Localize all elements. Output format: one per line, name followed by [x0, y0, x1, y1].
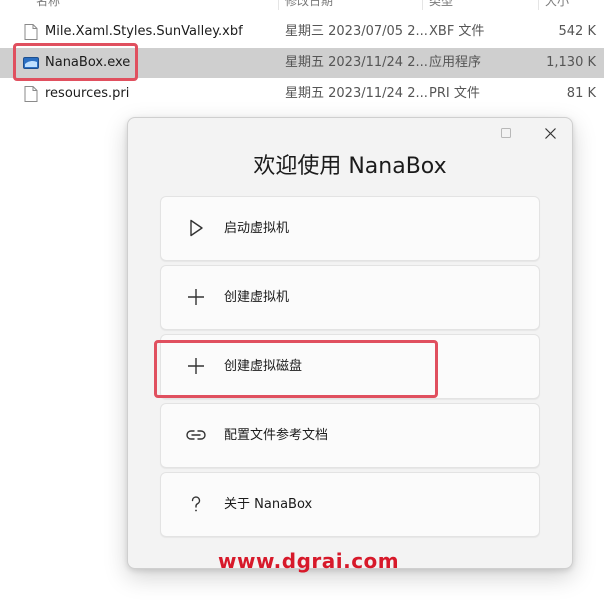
- file-row[interactable]: resources.pri 星期五 2023/11/24 2... PRI 文件…: [0, 79, 604, 109]
- menu-config-docs[interactable]: 配置文件参考文档: [160, 403, 540, 468]
- plus-icon: [188, 289, 204, 305]
- menu-label: 创建虚拟机: [224, 290, 290, 305]
- maximize-icon: [501, 128, 511, 138]
- menu-about[interactable]: 关于 NanaBox: [160, 472, 540, 537]
- file-date: 星期五 2023/11/24 2...: [285, 86, 428, 101]
- file-icon: [24, 86, 38, 102]
- file-date: 星期五 2023/11/24 2...: [285, 55, 428, 70]
- column-divider[interactable]: [278, 0, 279, 10]
- file-name: resources.pri: [45, 86, 130, 101]
- file-type: XBF 文件: [429, 24, 485, 39]
- help-icon: [191, 496, 201, 512]
- column-type[interactable]: 类型: [429, 0, 453, 9]
- annotation-highlight-create-disk: [154, 340, 438, 398]
- file-type: PRI 文件: [429, 86, 480, 101]
- menu-start-vm[interactable]: 启动虚拟机: [160, 196, 540, 261]
- menu-label: 关于 NanaBox: [224, 497, 313, 512]
- menu-create-vm[interactable]: 创建虚拟机: [160, 265, 540, 330]
- watermark-text: www.dgrai.com: [218, 549, 400, 573]
- dialog-title: 欢迎使用 NanaBox: [253, 154, 447, 179]
- file-size: 1,130 K: [546, 55, 596, 70]
- file-size: 81 K: [566, 86, 596, 101]
- maximize-button[interactable]: [484, 122, 528, 144]
- minimize-button[interactable]: [440, 122, 484, 144]
- file-icon: [24, 24, 38, 40]
- link-icon: [186, 430, 206, 440]
- file-date: 星期三 2023/07/05 2...: [285, 24, 428, 39]
- column-date[interactable]: 修改日期: [285, 0, 333, 9]
- column-divider[interactable]: [538, 0, 539, 10]
- column-divider[interactable]: [422, 0, 423, 10]
- play-icon: [190, 219, 203, 237]
- close-icon: [544, 127, 556, 139]
- annotation-highlight-exe: [13, 43, 138, 81]
- close-button[interactable]: [528, 122, 572, 144]
- menu-label: 配置文件参考文档: [224, 428, 329, 443]
- menu-label: 启动虚拟机: [224, 221, 290, 236]
- column-header: 名称 修改日期 类型 大小: [0, 0, 604, 10]
- column-size[interactable]: 大小: [545, 0, 569, 9]
- file-type: 应用程序: [429, 55, 482, 70]
- column-name[interactable]: 名称: [36, 0, 60, 9]
- file-size: 542 K: [558, 24, 596, 39]
